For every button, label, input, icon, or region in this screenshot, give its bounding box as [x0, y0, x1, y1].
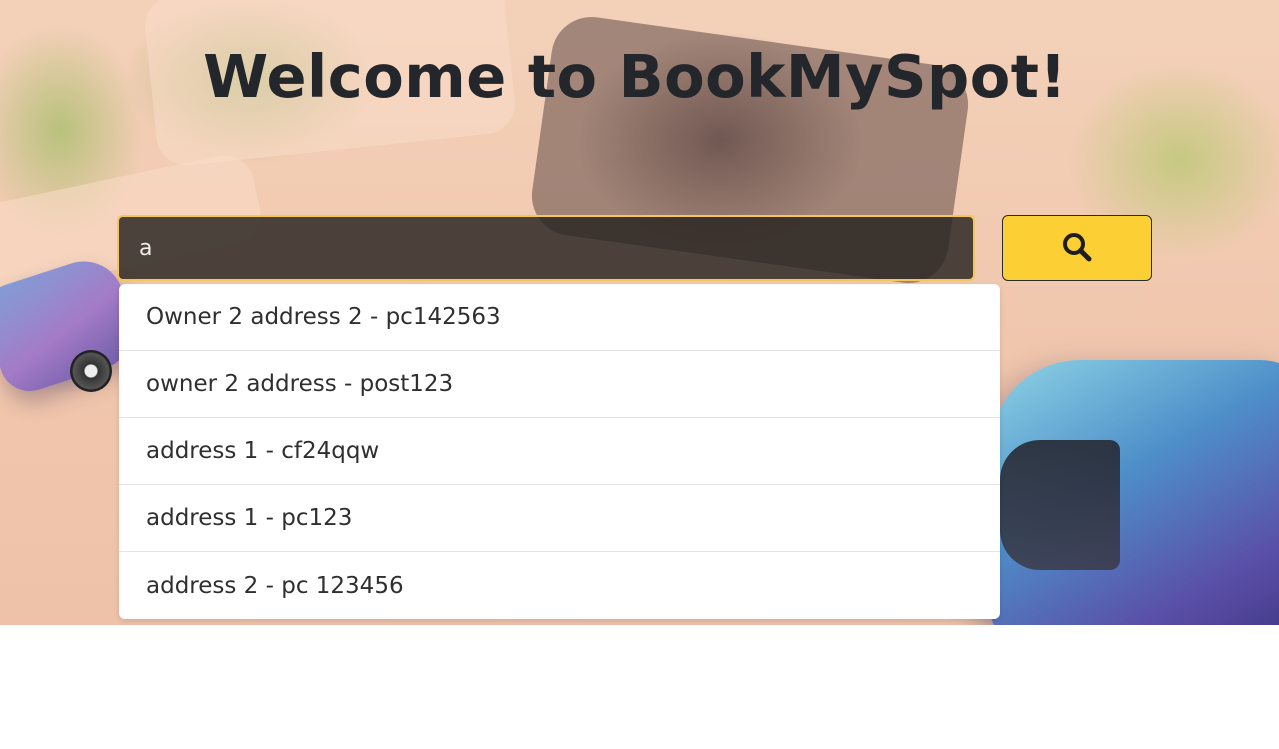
suggestion-item[interactable]: address 2 - pc 123456 [119, 552, 1000, 619]
search-input[interactable] [117, 215, 975, 281]
suggestion-item[interactable]: owner 2 address - post123 [119, 351, 1000, 418]
search-icon [1061, 231, 1093, 266]
suggestion-item[interactable]: address 1 - pc123 [119, 485, 1000, 552]
search-button[interactable] [1002, 215, 1152, 281]
suggestion-item[interactable]: address 1 - cf24qqw [119, 418, 1000, 485]
car-wheel-decoration [70, 350, 112, 392]
search-suggestions-dropdown: Owner 2 address 2 - pc142563 owner 2 add… [119, 284, 1000, 619]
suggestion-item[interactable]: Owner 2 address 2 - pc142563 [119, 284, 1000, 351]
page-title: Welcome to BookMySpot! [203, 42, 1067, 111]
car-window-decoration [1000, 440, 1120, 570]
